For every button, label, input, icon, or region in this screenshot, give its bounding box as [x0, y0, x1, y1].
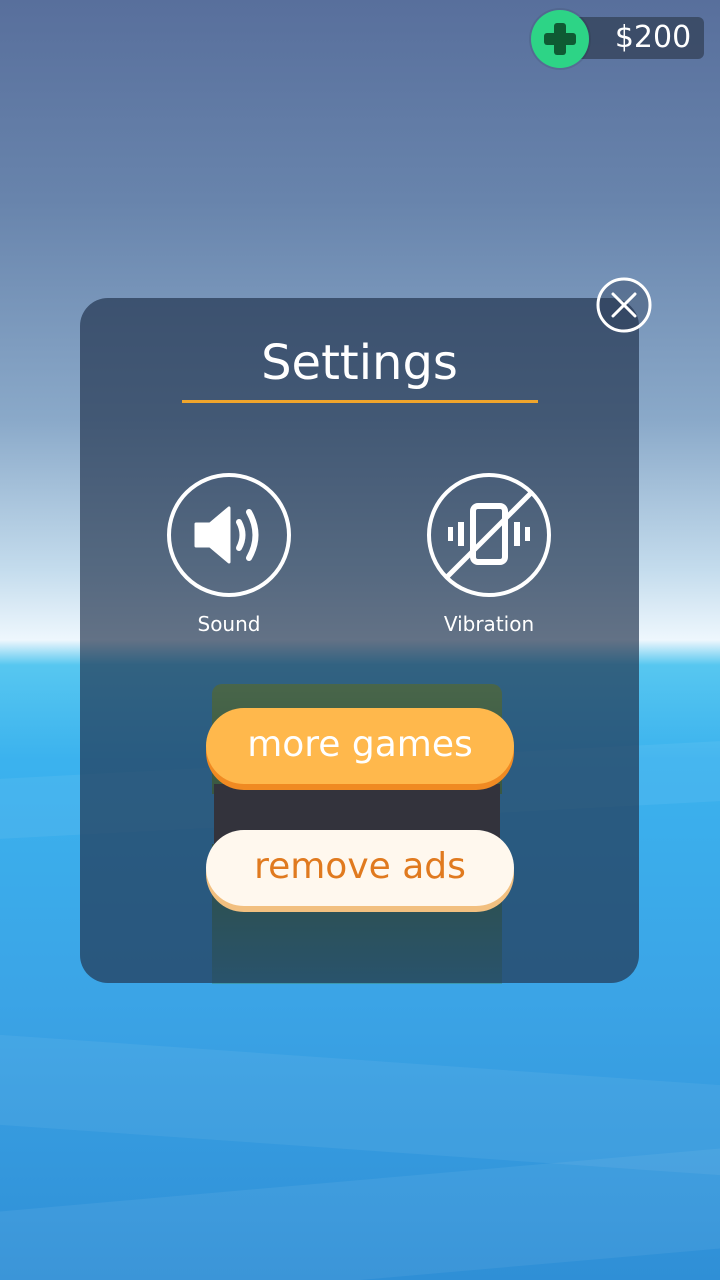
vibration-label: Vibration	[443, 612, 535, 636]
vibration-toggle[interactable]	[426, 472, 552, 598]
remove-ads-button[interactable]: remove ads	[206, 830, 514, 906]
currency-amount: $200	[614, 20, 692, 55]
water-facet	[0, 1034, 720, 1176]
settings-panel: Settings Sound Vibration more games remo…	[80, 298, 639, 983]
sound-label: Sound	[197, 612, 261, 636]
vibration-off-icon	[427, 473, 551, 597]
speaker-icon	[167, 473, 291, 597]
close-button[interactable]	[596, 277, 652, 333]
settings-title: Settings	[261, 335, 458, 391]
game-scene: $200 Settings Sound Vibration more games…	[0, 0, 720, 1280]
water-facet	[0, 1148, 720, 1280]
sound-toggle[interactable]	[166, 472, 292, 598]
plus-icon	[544, 23, 576, 55]
title-underline	[182, 400, 538, 403]
more-games-button[interactable]: more games	[206, 708, 514, 784]
close-icon	[596, 277, 652, 333]
add-currency-button[interactable]	[531, 10, 589, 68]
